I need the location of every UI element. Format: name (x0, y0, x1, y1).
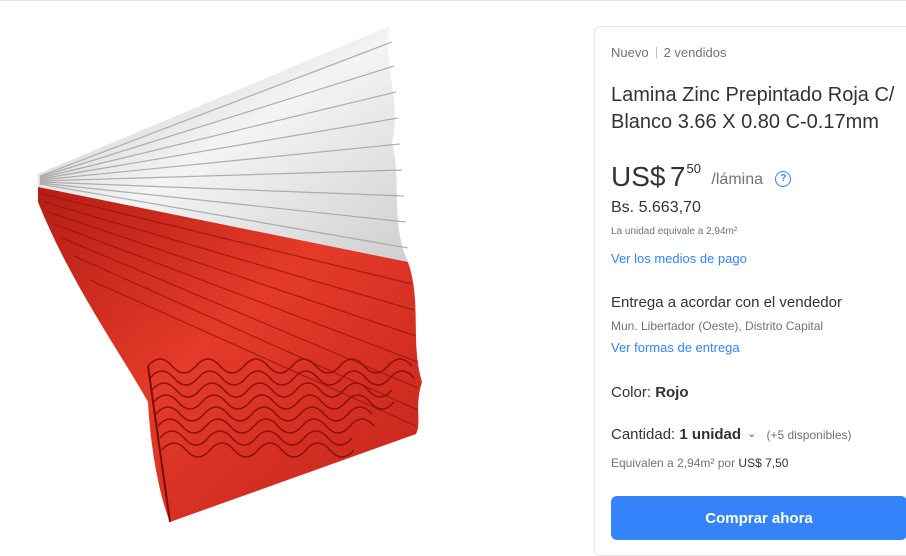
delivery-location: Mun. Libertador (Oeste), Distrito Capita… (611, 319, 824, 333)
available-stock: (+5 disponibles) (766, 428, 852, 442)
equivalence-price: US$ 7,50 (738, 456, 789, 470)
price-currency: US$ (611, 161, 666, 192)
price-amount: 7 (669, 161, 686, 192)
top-divider (0, 0, 906, 1)
product-image[interactable] (30, 22, 430, 532)
color-value: Rojo (655, 384, 689, 401)
sold-count: 2 vendidos (663, 45, 727, 60)
quantity-equivalence: Equivalen a 2,94m² por US$ 7,50 (611, 456, 788, 470)
quantity-row: Cantidad: 1 unidad ⌄ (+5 disponibles) (611, 426, 852, 443)
quantity-selector[interactable]: 1 unidad ⌄ (679, 426, 756, 443)
price-unit: /lámina (711, 171, 763, 188)
meta-separator (655, 47, 657, 58)
buy-box: Nuevo 2 vendidos Lamina Zinc Prepintado R… (594, 26, 906, 556)
local-price: Bs. 5.663,70 (611, 199, 701, 216)
unit-equivalence: La unidad equivale a 2,94m² (611, 226, 738, 237)
payment-methods-link[interactable]: Ver los medios de pago (611, 251, 747, 266)
product-meta: Nuevo 2 vendidos (611, 45, 726, 60)
product-title: Lamina Zinc Prepintado Roja C/ Blanco 3.… (611, 84, 895, 134)
delivery-options-link[interactable]: Ver formas de entrega (611, 340, 740, 355)
equivalence-text: Equivalen a 2,94m² por (611, 456, 736, 470)
color-row: Color: Rojo (611, 384, 689, 401)
help-icon[interactable]: ? (775, 171, 792, 187)
price-cents: 50 (686, 161, 701, 176)
buy-now-button[interactable]: Comprar ahora (611, 496, 906, 540)
chevron-down-icon: ⌄ (747, 428, 757, 440)
quantity-label: Cantidad: (611, 426, 676, 443)
price: US$ 750 /lámina ? (611, 161, 792, 193)
delivery-title: Entrega a acordar con el vendedor (611, 294, 842, 311)
condition-label: Nuevo (611, 45, 649, 60)
quantity-value: 1 unidad (679, 426, 742, 443)
corrugated-sheets-illustration (38, 26, 422, 523)
color-label: Color: (611, 384, 652, 401)
